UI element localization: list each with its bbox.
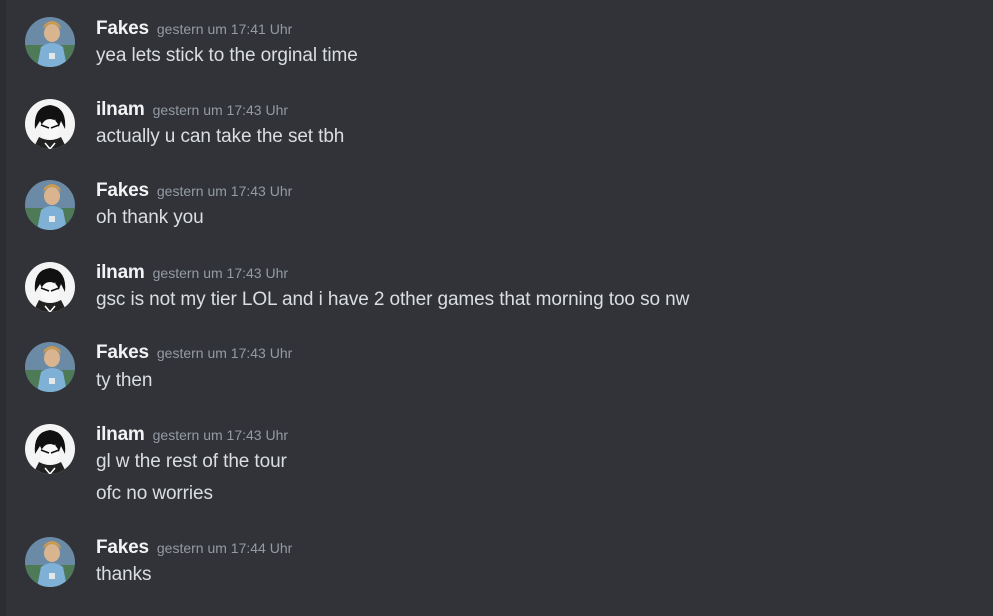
avatar-ilnam[interactable] [25, 262, 75, 312]
message-timestamp[interactable]: gestern um 17:43 Uhr [153, 427, 288, 443]
avatar-fakes[interactable] [25, 537, 75, 587]
message-timestamp[interactable]: gestern um 17:43 Uhr [157, 183, 292, 199]
message-text: thanks [96, 564, 152, 585]
message-text: oh thank you [96, 207, 204, 228]
avatar-fakes[interactable] [25, 17, 75, 67]
author-name[interactable]: Fakes [96, 18, 149, 39]
message-text: gsc is not my tier LOL and i have 2 othe… [96, 289, 690, 310]
message-text: actually u can take the set tbh [96, 126, 345, 147]
avatar-fakes[interactable] [25, 342, 75, 392]
sidebar-edge [0, 0, 6, 616]
message-timestamp[interactable]: gestern um 17:44 Uhr [157, 540, 292, 556]
author-name[interactable]: ilnam [96, 424, 145, 445]
author-name[interactable]: ilnam [96, 262, 145, 283]
message-text: ty then [96, 370, 153, 391]
author-name[interactable]: Fakes [96, 342, 149, 363]
message-timestamp[interactable]: gestern um 17:41 Uhr [157, 21, 292, 37]
avatar-fakes[interactable] [25, 180, 75, 230]
author-name[interactable]: Fakes [96, 180, 149, 201]
message-timestamp[interactable]: gestern um 17:43 Uhr [153, 265, 288, 281]
avatar-ilnam[interactable] [25, 99, 75, 149]
avatar-ilnam[interactable] [25, 424, 75, 474]
author-name[interactable]: ilnam [96, 99, 145, 120]
author-name[interactable]: Fakes [96, 537, 149, 558]
message-text: ofc no worries [96, 483, 213, 504]
message-timestamp[interactable]: gestern um 17:43 Uhr [157, 345, 292, 361]
message-text: gl w the rest of the tour [96, 451, 287, 472]
message-timestamp[interactable]: gestern um 17:43 Uhr [153, 102, 288, 118]
message-text: yea lets stick to the orginal time [96, 45, 358, 66]
